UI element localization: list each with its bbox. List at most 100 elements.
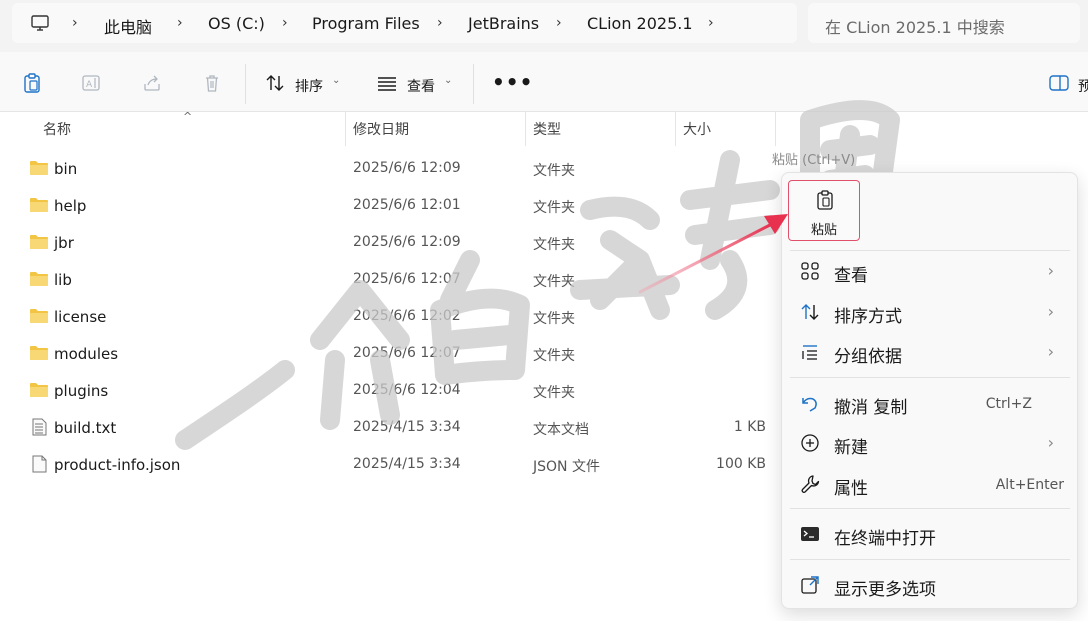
chevron-right-icon[interactable]: › xyxy=(437,15,443,31)
view-icon[interactable] xyxy=(376,72,398,94)
folder-icon xyxy=(30,272,48,286)
paste-button[interactable]: 粘贴 xyxy=(788,180,860,241)
menu-divider xyxy=(790,508,1070,509)
command-bar: A 排序 ⌄ 查看 ⌄ ••• 预 xyxy=(0,52,1088,112)
sort-button-label[interactable]: 排序 xyxy=(295,76,323,96)
file-name[interactable]: product-info.json xyxy=(54,456,180,474)
text-file-icon xyxy=(32,418,47,436)
share-icon[interactable] xyxy=(141,72,163,94)
menu-item-show-more-options[interactable]: 显示更多选项 xyxy=(786,567,1074,603)
delete-icon[interactable] xyxy=(201,72,223,94)
folder-icon xyxy=(30,235,48,249)
menu-item-label: 撤消 复制 xyxy=(834,398,908,418)
sort-ascending-icon: ^ xyxy=(183,110,193,123)
file-name[interactable]: license xyxy=(54,308,106,326)
file-explorer-window: › 此电脑 › OS (C:) › Program Files › JetBra… xyxy=(0,0,1088,621)
file-date: 2025/6/6 12:09 xyxy=(353,234,461,250)
details-pane-icon[interactable] xyxy=(1048,72,1070,94)
chevron-right-icon: › xyxy=(1047,302,1054,321)
chevron-right-icon: › xyxy=(1047,261,1054,280)
file-row[interactable]: bin 2025/6/6 12:09 文件夹 xyxy=(20,150,780,187)
grid-icon xyxy=(801,262,819,280)
file-date: 2025/6/6 12:07 xyxy=(353,345,461,361)
file-row[interactable]: help 2025/6/6 12:01 文件夹 xyxy=(20,187,780,224)
file-type: 文件夹 xyxy=(533,348,575,364)
toolbar-divider xyxy=(473,64,474,104)
menu-divider xyxy=(790,250,1070,251)
breadcrumb-program-files[interactable]: Program Files xyxy=(312,14,420,33)
breadcrumb-clion[interactable]: CLion 2025.1 xyxy=(587,14,693,33)
breadcrumb-this-pc[interactable]: 此电脑 xyxy=(104,14,152,38)
column-header-name[interactable]: 名称 xyxy=(43,119,71,139)
chevron-down-icon[interactable]: ⌄ xyxy=(332,75,340,86)
preview-button-label[interactable]: 预 xyxy=(1078,76,1088,96)
file-type: 文件夹 xyxy=(533,274,575,290)
menu-item-open-in-terminal[interactable]: 在终端中打开 xyxy=(786,516,1074,552)
file-type: 文件夹 xyxy=(533,163,575,179)
file-date: 2025/6/6 12:04 xyxy=(353,382,461,398)
search-input[interactable]: 在 CLion 2025.1 中搜索 xyxy=(825,14,1005,38)
column-header-size[interactable]: 大小 xyxy=(683,119,711,139)
file-date: 2025/6/6 12:02 xyxy=(353,308,461,324)
column-divider[interactable] xyxy=(525,112,526,146)
column-divider[interactable] xyxy=(775,112,776,146)
file-row[interactable]: license 2025/6/6 12:02 文件夹 xyxy=(20,298,780,335)
rename-icon[interactable]: A xyxy=(80,72,102,94)
file-name[interactable]: bin xyxy=(54,160,77,178)
computer-icon xyxy=(31,15,49,31)
folder-icon xyxy=(30,346,48,360)
folder-icon xyxy=(30,309,48,323)
menu-item-label: 属性 xyxy=(834,479,868,499)
paste-icon[interactable] xyxy=(21,72,43,94)
file-row[interactable]: plugins 2025/6/6 12:04 文件夹 xyxy=(20,372,780,409)
file-row[interactable]: lib 2025/6/6 12:07 文件夹 xyxy=(20,261,780,298)
more-options-icon xyxy=(801,576,819,594)
column-header-type[interactable]: 类型 xyxy=(533,119,561,139)
menu-item-label: 查看 xyxy=(834,266,868,286)
file-date: 2025/6/6 12:07 xyxy=(353,271,461,287)
menu-item-undo-copy[interactable]: 撤消 复制 Ctrl+Z xyxy=(786,385,1074,421)
address-bar[interactable]: › 此电脑 › OS (C:) › Program Files › JetBra… xyxy=(12,3,797,43)
svg-text:A: A xyxy=(86,80,93,90)
file-row[interactable]: modules 2025/6/6 12:07 文件夹 xyxy=(20,335,780,372)
menu-item-label: 分组依据 xyxy=(834,347,902,367)
chevron-right-icon[interactable]: › xyxy=(708,15,714,31)
chevron-right-icon[interactable]: › xyxy=(72,15,78,31)
file-name[interactable]: build.txt xyxy=(54,419,116,437)
menu-item-sort-by[interactable]: 排序方式 › xyxy=(786,294,1074,330)
breadcrumb-drive[interactable]: OS (C:) xyxy=(208,14,265,33)
sort-icon[interactable] xyxy=(264,72,286,94)
search-box[interactable]: 在 CLion 2025.1 中搜索 xyxy=(808,3,1080,43)
file-row[interactable]: jbr 2025/6/6 12:09 文件夹 xyxy=(20,224,780,261)
menu-item-group-by[interactable]: 分组依据 › xyxy=(786,334,1074,370)
menu-item-properties[interactable]: 属性 Alt+Enter xyxy=(786,466,1074,502)
chevron-right-icon[interactable]: › xyxy=(282,15,288,31)
shortcut-label: Alt+Enter xyxy=(995,477,1064,493)
file-date: 2025/6/6 12:09 xyxy=(353,160,461,176)
file-name[interactable]: lib xyxy=(54,271,72,289)
more-options-button[interactable]: ••• xyxy=(492,70,533,94)
file-name[interactable]: modules xyxy=(54,345,118,363)
chevron-right-icon[interactable]: › xyxy=(177,15,183,31)
file-name[interactable]: help xyxy=(54,197,86,215)
toolbar-divider xyxy=(245,64,246,104)
file-type: 文件夹 xyxy=(533,200,575,216)
column-divider[interactable] xyxy=(345,112,346,146)
breadcrumb-jetbrains[interactable]: JetBrains xyxy=(468,14,539,33)
menu-item-new[interactable]: 新建 › xyxy=(786,425,1074,461)
menu-divider xyxy=(790,377,1070,378)
new-icon xyxy=(801,434,819,452)
chevron-down-icon[interactable]: ⌄ xyxy=(444,75,452,86)
file-type: 文本文档 xyxy=(533,422,589,438)
file-row[interactable]: build.txt 2025/4/15 3:34 文本文档 1 KB xyxy=(20,409,780,446)
file-name[interactable]: plugins xyxy=(54,382,108,400)
menu-item-view[interactable]: 查看 › xyxy=(786,253,1074,289)
chevron-right-icon[interactable]: › xyxy=(556,15,562,31)
view-button-label[interactable]: 查看 xyxy=(407,76,435,96)
file-row[interactable]: product-info.json 2025/4/15 3:34 JSON 文件 10… xyxy=(20,446,780,483)
file-icon xyxy=(32,455,47,473)
column-header-date[interactable]: 修改日期 xyxy=(353,119,409,139)
file-name[interactable]: jbr xyxy=(54,234,74,252)
menu-divider xyxy=(790,559,1070,560)
column-divider[interactable] xyxy=(675,112,676,146)
